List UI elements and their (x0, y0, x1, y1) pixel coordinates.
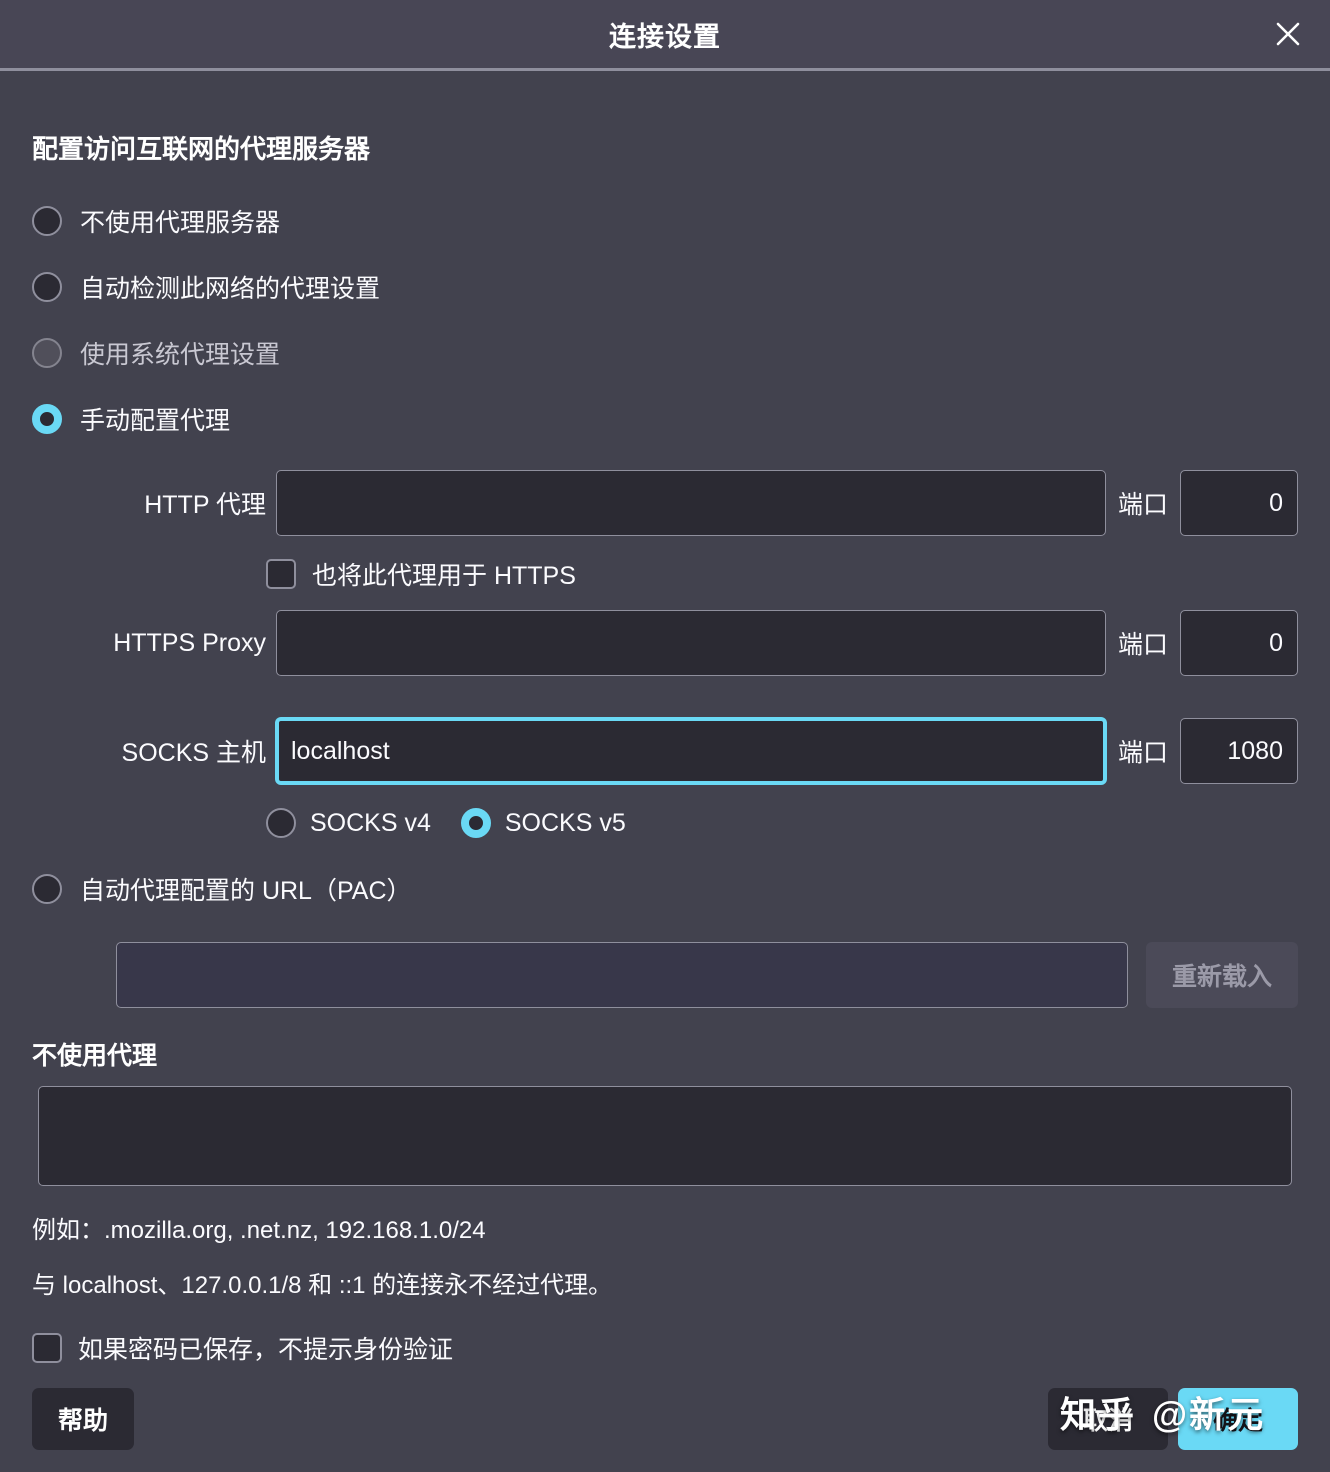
ok-button[interactable]: 确定 (1178, 1388, 1298, 1450)
section-heading: 配置访问互联网的代理服务器 (32, 134, 371, 164)
radio-row-auto-detect[interactable]: 自动检测此网络的代理设置 (32, 254, 1298, 320)
radio-label-manual-proxy[interactable]: 手动配置代理 (80, 401, 230, 437)
radio-row-system-proxy[interactable]: 使用系统代理设置 (32, 320, 1298, 386)
auth-prompt-row[interactable]: 如果密码已保存，不提示身份验证 (32, 1330, 1298, 1366)
https-port-label: 端口 (1117, 631, 1168, 659)
dialog-footer: 帮助 取消 确定 (32, 1388, 1298, 1450)
radio-label-socks-v4[interactable]: SOCKS v4 (310, 809, 431, 838)
http-port-label: 端口 (1117, 491, 1168, 519)
radio-socks-v4[interactable] (266, 808, 296, 838)
http-proxy-input[interactable] (276, 470, 1106, 536)
radio-row-socks-v5[interactable]: SOCKS v5 (460, 808, 626, 838)
checkbox-label-no-auth-prompt[interactable]: 如果密码已保存，不提示身份验证 (78, 1330, 453, 1366)
https-proxy-label: HTTPS Proxy (113, 628, 266, 657)
socks-port-label: 端口 (1117, 739, 1168, 767)
radio-auto-detect[interactable] (32, 272, 62, 302)
radio-row-socks-v4[interactable]: SOCKS v4 (266, 808, 431, 838)
radio-row-manual-proxy[interactable]: 手动配置代理 (32, 386, 1298, 452)
radio-label-pac[interactable]: 自动代理配置的 URL（PAC） (80, 871, 412, 907)
socks-host-label: SOCKS 主机 (121, 739, 266, 767)
radio-label-system-proxy[interactable]: 使用系统代理设置 (80, 335, 280, 371)
https-proxy-input[interactable] (276, 610, 1106, 676)
cancel-button[interactable]: 取消 (1048, 1388, 1168, 1450)
radio-no-proxy[interactable] (32, 206, 62, 236)
no-proxy-hint-examples: 例如：.mozilla.org, .net.nz, 192.168.1.0/24 (32, 1217, 486, 1244)
no-proxy-textarea[interactable] (38, 1086, 1292, 1186)
dialog-title: 连接设置 (609, 21, 721, 52)
close-button[interactable] (1262, 8, 1314, 60)
pac-url-row: 重新载入 (32, 942, 1298, 1008)
close-icon (1273, 19, 1303, 49)
radio-manual-proxy[interactable] (32, 404, 62, 434)
dialog-titlebar: 连接设置 (0, 0, 1330, 71)
radio-row-no-proxy[interactable]: 不使用代理服务器 (32, 188, 1298, 254)
https-proxy-row: HTTPS Proxy 端口 (32, 610, 1298, 676)
radio-system-proxy[interactable] (32, 338, 62, 368)
radio-pac[interactable] (32, 874, 62, 904)
socks-version-row: SOCKS v4 SOCKS v5 (32, 808, 1298, 838)
socks-host-row: SOCKS 主机 端口 (32, 718, 1298, 784)
help-button[interactable]: 帮助 (32, 1388, 135, 1450)
http-port-input[interactable] (1180, 470, 1298, 536)
radio-label-socks-v5[interactable]: SOCKS v5 (505, 809, 626, 838)
reload-pac-button[interactable]: 重新载入 (1145, 942, 1298, 1008)
pac-url-input[interactable] (116, 942, 1128, 1008)
radio-label-auto-detect[interactable]: 自动检测此网络的代理设置 (80, 269, 380, 305)
http-proxy-label: HTTP 代理 (144, 491, 266, 519)
https-port-input[interactable] (1180, 610, 1298, 676)
socks-host-input[interactable] (276, 718, 1106, 784)
no-proxy-hint-localhost: 与 localhost、127.0.0.1/8 和 ::1 的连接永不经过代理。 (32, 1272, 613, 1299)
dialog-body: 配置访问互联网的代理服务器 不使用代理服务器 自动检测此网络的代理设置 使用系统… (0, 71, 1330, 1450)
radio-row-pac[interactable]: 自动代理配置的 URL（PAC） (32, 856, 1298, 922)
checkbox-label-https-same-proxy[interactable]: 也将此代理用于 HTTPS (312, 556, 576, 592)
radio-socks-v5[interactable] (460, 808, 491, 838)
radio-label-no-proxy[interactable]: 不使用代理服务器 (80, 203, 280, 239)
https-same-proxy-row[interactable]: 也将此代理用于 HTTPS (32, 556, 1298, 592)
http-proxy-row: HTTP 代理 端口 (32, 470, 1298, 536)
checkbox-no-auth-prompt[interactable] (32, 1333, 62, 1363)
socks-port-input[interactable] (1180, 718, 1298, 784)
checkbox-https-same-proxy[interactable] (266, 559, 296, 589)
no-proxy-title: 不使用代理 (32, 1042, 158, 1070)
